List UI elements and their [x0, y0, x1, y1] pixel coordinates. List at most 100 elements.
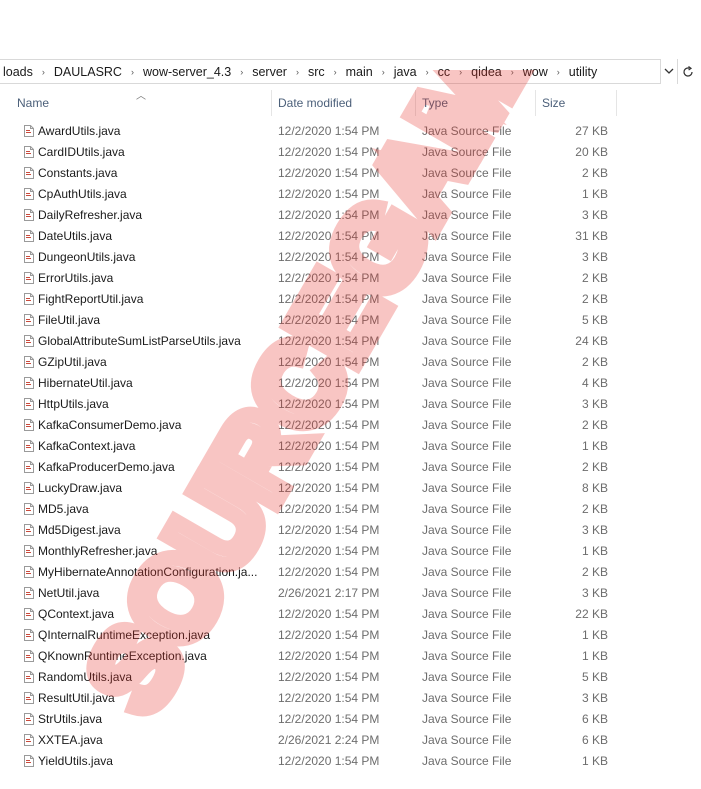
- file-name: Md5Digest.java: [38, 523, 121, 537]
- file-date: 12/2/2020 1:54 PM: [278, 250, 380, 264]
- address-bar[interactable]: loads › DAULASRC › wow-server_4.3 › server › src…: [0, 59, 701, 85]
- file-row[interactable]: FileUtil.java 12/2/2020 1:54 PM Java Sourc…: [0, 310, 701, 331]
- column-date[interactable]: Date modified: [272, 90, 414, 116]
- breadcrumb-item[interactable]: java: [391, 65, 420, 79]
- breadcrumb-item[interactable]: wow: [520, 65, 551, 79]
- column-size[interactable]: Size: [536, 90, 616, 116]
- file-row[interactable]: CpAuthUtils.java 12/2/2020 1:54 PM Java So…: [0, 184, 701, 205]
- file-date: 12/2/2020 1:54 PM: [278, 565, 380, 579]
- breadcrumb-item[interactable]: utility: [566, 65, 600, 79]
- file-name: StrUtils.java: [38, 712, 103, 726]
- chevron-down-icon[interactable]: [661, 59, 677, 84]
- chevron-right-icon[interactable]: ›: [551, 67, 566, 77]
- file-size: 24 KB: [575, 334, 608, 348]
- file-size: 5 KB: [581, 313, 608, 327]
- file-name: DungeonUtils.java: [38, 250, 136, 264]
- breadcrumb-item[interactable]: src: [305, 65, 328, 79]
- java-file-icon: [24, 398, 34, 410]
- file-name: LuckyDraw.java: [38, 481, 123, 495]
- file-row[interactable]: HttpUtils.java 12/2/2020 1:54 PM Java Sour…: [0, 394, 701, 415]
- breadcrumb-item[interactable]: qidea: [468, 65, 505, 79]
- file-size: 2 KB: [581, 502, 608, 516]
- file-row[interactable]: Constants.java 12/2/2020 1:54 PM Java Sour…: [0, 163, 701, 184]
- file-row[interactable]: CardIDUtils.java 12/2/2020 1:54 PM Java So…: [0, 142, 701, 163]
- file-row[interactable]: YieldUtils.java 12/2/2020 1:54 PM Java Sou…: [0, 751, 701, 772]
- java-file-icon: [24, 482, 34, 494]
- file-row[interactable]: NetUtil.java 2/26/2021 2:17 PM Java Source…: [0, 583, 701, 604]
- file-row[interactable]: ErrorUtils.java 12/2/2020 1:54 PM Java Sou…: [0, 268, 701, 289]
- java-file-icon: [24, 209, 34, 221]
- file-row[interactable]: XXTEA.java 2/26/2021 2:24 PM Java Source F…: [0, 730, 701, 751]
- breadcrumb-item[interactable]: cc: [435, 65, 454, 79]
- file-name: FileUtil.java: [38, 313, 101, 327]
- file-name: DateUtils.java: [38, 229, 113, 243]
- chevron-right-icon[interactable]: ›: [125, 67, 140, 77]
- chevron-right-icon[interactable]: ›: [290, 67, 305, 77]
- file-date: 12/2/2020 1:54 PM: [278, 292, 380, 306]
- java-file-icon: [24, 650, 34, 662]
- file-row[interactable]: MyHibernateAnnotationConfiguration.ja...…: [0, 562, 701, 583]
- chevron-right-icon[interactable]: ›: [420, 67, 435, 77]
- file-row[interactable]: KafkaProducerDemo.java 12/2/2020 1:54 PM J…: [0, 457, 701, 478]
- breadcrumb[interactable]: loads › DAULASRC › wow-server_4.3 › server › src…: [0, 59, 661, 84]
- file-row[interactable]: KafkaContext.java 12/2/2020 1:54 PM Java S…: [0, 436, 701, 457]
- file-row[interactable]: ResultUtil.java 12/2/2020 1:54 PM Java Sou…: [0, 688, 701, 709]
- java-file-icon: [24, 734, 34, 746]
- breadcrumb-item[interactable]: wow-server_4.3: [140, 65, 234, 79]
- file-row[interactable]: AwardUtils.java 12/2/2020 1:54 PM Java Sou…: [0, 121, 701, 142]
- file-row[interactable]: FightReportUtil.java 12/2/2020 1:54 PM Jav…: [0, 289, 701, 310]
- java-file-icon: [24, 335, 34, 347]
- file-row[interactable]: MonthlyRefresher.java 12/2/2020 1:54 PM Ja…: [0, 541, 701, 562]
- file-size: 2 KB: [581, 460, 608, 474]
- refresh-icon[interactable]: [677, 59, 698, 84]
- file-row[interactable]: QContext.java 12/2/2020 1:54 PM Java Sourc…: [0, 604, 701, 625]
- file-size: 1 KB: [581, 649, 608, 663]
- file-row[interactable]: QKnownRuntimeException.java 12/2/2020 1:5…: [0, 646, 701, 667]
- column-name[interactable]: Name: [11, 90, 271, 116]
- file-type: Java Source File: [422, 418, 512, 432]
- file-date: 12/2/2020 1:54 PM: [278, 502, 380, 516]
- chevron-right-icon[interactable]: ›: [505, 67, 520, 77]
- java-file-icon: [24, 230, 34, 242]
- file-type: Java Source File: [422, 292, 512, 306]
- java-file-icon: [24, 461, 34, 473]
- file-row[interactable]: KafkaConsumerDemo.java 12/2/2020 1:54 PM J…: [0, 415, 701, 436]
- file-date: 12/2/2020 1:54 PM: [278, 691, 380, 705]
- file-row[interactable]: DungeonUtils.java 12/2/2020 1:54 PM Java S…: [0, 247, 701, 268]
- java-file-icon: [24, 629, 34, 641]
- column-type[interactable]: Type: [416, 90, 534, 116]
- file-name: HttpUtils.java: [38, 397, 109, 411]
- breadcrumb-item[interactable]: server: [249, 65, 290, 79]
- breadcrumb-item[interactable]: loads: [0, 65, 36, 79]
- chevron-right-icon[interactable]: ›: [376, 67, 391, 77]
- file-date: 12/2/2020 1:54 PM: [278, 334, 380, 348]
- file-date: 12/2/2020 1:54 PM: [278, 754, 380, 768]
- breadcrumb-item[interactable]: DAULASRC: [51, 65, 125, 79]
- chevron-right-icon[interactable]: ›: [453, 67, 468, 77]
- file-row[interactable]: MD5.java 12/2/2020 1:54 PM Java Source Fil…: [0, 499, 701, 520]
- file-row[interactable]: GlobalAttributeSumListParseUtils.java 12/…: [0, 331, 701, 352]
- file-row[interactable]: DateUtils.java 12/2/2020 1:54 PM Java Sour…: [0, 226, 701, 247]
- file-size: 1 KB: [581, 628, 608, 642]
- file-size: 3 KB: [581, 586, 608, 600]
- chevron-right-icon[interactable]: ›: [234, 67, 249, 77]
- chevron-right-icon[interactable]: ›: [328, 67, 343, 77]
- file-row[interactable]: QInternalRuntimeException.java 12/2/2020 …: [0, 625, 701, 646]
- file-size: 4 KB: [581, 376, 608, 390]
- file-name: MonthlyRefresher.java: [38, 544, 158, 558]
- file-row[interactable]: Md5Digest.java 12/2/2020 1:54 PM Java Sour…: [0, 520, 701, 541]
- file-size: 3 KB: [581, 208, 608, 222]
- file-row[interactable]: DailyRefresher.java 12/2/2020 1:54 PM Java…: [0, 205, 701, 226]
- file-date: 12/2/2020 1:54 PM: [278, 439, 380, 453]
- chevron-right-icon[interactable]: ›: [36, 67, 51, 77]
- file-row[interactable]: LuckyDraw.java 12/2/2020 1:54 PM Java Sour…: [0, 478, 701, 499]
- file-row[interactable]: GZipUtil.java 12/2/2020 1:54 PM Java Sourc…: [0, 352, 701, 373]
- file-row[interactable]: HibernateUtil.java 12/2/2020 1:54 PM Java …: [0, 373, 701, 394]
- java-file-icon: [24, 419, 34, 431]
- file-type: Java Source File: [422, 712, 512, 726]
- file-row[interactable]: StrUtils.java 12/2/2020 1:54 PM Java Sourc…: [0, 709, 701, 730]
- breadcrumb-item[interactable]: main: [343, 65, 376, 79]
- file-row[interactable]: RandomUtils.java 12/2/2020 1:54 PM Java So…: [0, 667, 701, 688]
- java-file-icon: [24, 524, 34, 536]
- java-file-icon: [24, 713, 34, 725]
